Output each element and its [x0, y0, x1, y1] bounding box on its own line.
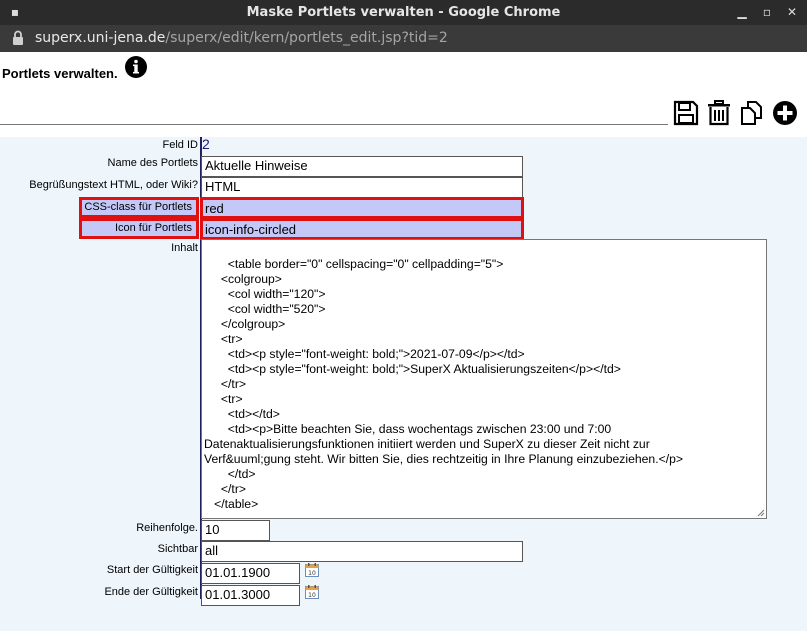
window-title: Maske Portlets verwalten - Google Chrome: [246, 5, 561, 20]
feld-id-label: Feld ID: [162, 139, 198, 151]
icon-label: Icon für Portlets: [114, 222, 192, 234]
feld-id-value: 2: [202, 136, 210, 152]
info-icon[interactable]: [124, 55, 148, 79]
name-input[interactable]: Aktuelle Hinweise: [201, 156, 523, 177]
ende-label: Ende der Gültigkeit: [104, 586, 198, 598]
toolbar-separator: [0, 124, 668, 125]
start-label: Start der Gültigkeit: [106, 564, 198, 576]
icon-label-box: Icon für Portlets: [79, 218, 199, 239]
calendar-icon[interactable]: 10: [305, 563, 319, 577]
url-path: /superx/edit/kern/portlets_edit.jsp?tid=…: [165, 30, 448, 46]
name-label: Name des Portlets: [107, 157, 198, 169]
address-bar[interactable]: superx.uni-jena.de/superx/edit/kern/port…: [0, 25, 807, 52]
greeting-input[interactable]: HTML: [201, 177, 523, 198]
css-class-label: CSS-class für Portlets: [84, 201, 192, 213]
page-title: Portlets verwalten.: [2, 66, 118, 81]
sichtbar-label: Sichtbar: [157, 543, 198, 555]
url-text[interactable]: superx.uni-jena.de/superx/edit/kern/port…: [35, 30, 448, 46]
window-titlebar: ▪ Maske Portlets verwalten - Google Chro…: [0, 0, 807, 25]
greeting-label: Begrüßungstext HTML, oder Wiki?: [29, 179, 198, 191]
start-date-input[interactable]: 01.01.1900: [201, 563, 300, 584]
copy-icon[interactable]: [739, 100, 765, 126]
calendar-icon[interactable]: 10: [305, 585, 319, 599]
add-icon[interactable]: [772, 100, 798, 126]
css-class-input[interactable]: red: [200, 197, 524, 219]
resize-handle-icon[interactable]: [757, 509, 765, 517]
svg-text:10: 10: [308, 592, 316, 599]
css-class-label-box: CSS-class für Portlets: [79, 197, 199, 218]
page-content: Portlets verwalten. Feld ID 2 Name des P…: [0, 52, 807, 631]
inhalt-text: <table border="0" cellspacing="0" cellpa…: [204, 257, 683, 511]
svg-text:10: 10: [308, 570, 316, 577]
close-icon[interactable]: ✕: [785, 5, 799, 19]
sichtbar-input[interactable]: all: [201, 541, 523, 562]
save-icon[interactable]: [673, 100, 699, 126]
icon-input[interactable]: icon-info-circled: [200, 218, 524, 240]
inhalt-label: Inhalt: [171, 242, 198, 254]
url-domain: superx.uni-jena.de: [35, 30, 166, 46]
minimize-icon[interactable]: ▁: [735, 5, 749, 19]
reihenfolge-input[interactable]: 10: [201, 520, 270, 541]
inhalt-textarea[interactable]: <table border="0" cellspacing="0" cellpa…: [201, 239, 767, 519]
lock-icon: [13, 30, 23, 45]
maximize-icon[interactable]: ▫: [760, 5, 774, 19]
reihenfolge-label: Reihenfolge.: [136, 522, 198, 534]
end-date-input[interactable]: 01.01.3000: [201, 585, 300, 606]
trash-icon[interactable]: [706, 100, 732, 126]
